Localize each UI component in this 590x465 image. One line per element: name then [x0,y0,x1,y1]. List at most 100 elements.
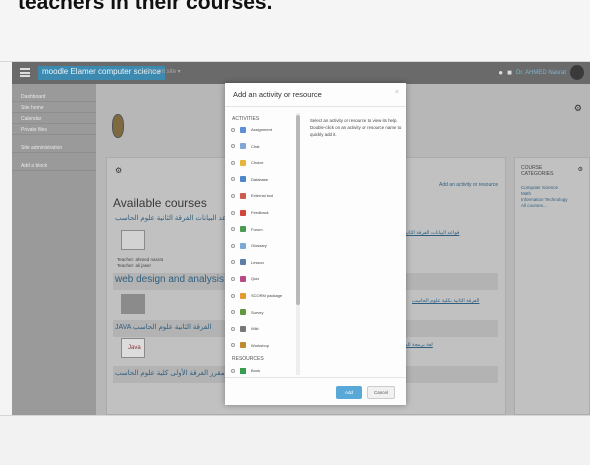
add-activity-link[interactable]: Add an activity or resource [439,182,498,188]
activity-option[interactable]: Glossary [231,239,293,252]
radio-button[interactable] [231,127,235,132]
activity-option[interactable]: Chat [231,140,293,153]
radio-button[interactable] [231,368,235,373]
activity-label: Survey [251,309,264,315]
course-teacher: Teacher: ali jaser [117,263,152,268]
course-image [121,230,145,250]
course-image: Java [121,338,145,358]
divider [225,377,406,378]
radio-button[interactable] [231,193,235,198]
section-header: RESOURCES [232,356,264,362]
radio-button[interactable] [231,326,235,331]
drawer-item-site-home[interactable]: Site home [12,102,96,113]
activity-option[interactable]: Forum [231,223,293,236]
category-item[interactable]: Math [521,191,531,196]
activity-option[interactable]: Lesson [231,256,293,269]
drawer-item-calendar[interactable]: Calendar [12,113,96,124]
category-item[interactable]: Computer Science [521,185,558,190]
dialog-title: Add an activity or resource [233,90,322,99]
activity-label: Assignment [251,127,272,132]
scrollbar-thumb[interactable] [296,115,300,305]
activity-option[interactable]: SCORM package [231,289,293,302]
activity-option[interactable]: Assignment [231,123,293,136]
activity-option[interactable]: External tool [231,189,293,202]
user-menu: ● ■ Dr. AHMED Nasrat [498,65,584,80]
radio-button[interactable] [231,276,235,281]
nav-menu[interactable]: Recent site ▾ [146,68,181,75]
close-icon[interactable]: × [395,89,399,96]
notification-icon[interactable]: ● [498,68,503,77]
slide-footer [0,415,590,465]
gear-icon[interactable]: ⚙ [115,166,122,175]
radio-button[interactable] [231,260,235,265]
drawer-item-add-block[interactable]: Add a block [12,160,96,171]
assignment-icon [240,126,246,133]
add-button[interactable]: Add [336,386,362,399]
screenshot-area: moodle Elamer computer science Recent si… [12,62,590,415]
activity-label: Quiz [251,276,260,282]
course-image [121,294,145,314]
feedback-icon [240,209,246,216]
navbar: moodle Elamer computer science Recent si… [12,62,590,84]
activity-option[interactable]: Feedback [231,206,293,219]
activity-label: Feedback [251,210,269,215]
category-item[interactable]: Information Technology [521,197,567,202]
activity-label: Glossary [251,243,267,249]
category-item[interactable]: All courses... [521,203,547,208]
course-title[interactable]: قواعد البيانات الفرقة الثانية علوم الحاس… [115,214,235,222]
user-name[interactable]: Dr. AHMED Nasrat [516,70,566,76]
activity-label: Chat [251,143,260,149]
activity-option[interactable]: Choice [231,156,293,169]
gear-icon[interactable]: ⚙ [574,103,582,114]
add-activity-dialog: Add an activity or resource × ACTIVITIES… [225,83,406,405]
activity-label: Database [251,176,269,182]
help-text: Select an activity or resource to view i… [310,118,402,137]
activity-label: External tool [251,193,274,199]
activity-option[interactable]: Database [231,173,293,186]
survey-icon [240,309,246,316]
radio-button[interactable] [231,177,235,182]
help-pane: Select an activity or resource to view i… [303,107,406,377]
course-title[interactable]: مقرر الفرقة الأولى كلية علوم الحاسب [115,369,225,377]
activity-label: Wiki [251,326,259,332]
cancel-button[interactable]: Cancel [367,386,395,399]
resource-label: Book [251,368,261,373]
radio-button[interactable] [231,227,235,232]
activity-label: Lesson [251,259,264,265]
external-tool-icon [240,192,246,199]
drawer-item-dashboard[interactable]: Dashboard [12,91,96,102]
menu-icon[interactable] [20,68,30,77]
resource-option[interactable]: Book [231,364,293,377]
activity-label: Choice [251,160,264,166]
quiz-icon [240,275,246,282]
message-icon[interactable]: ■ [507,68,512,77]
gear-icon[interactable]: ⚙ [578,166,583,173]
activity-option[interactable]: Wiki [231,322,293,335]
course-link-rtl[interactable]: الفرقة الثانية بكلية علوم الحاسب [412,298,479,304]
radio-button[interactable] [231,210,235,215]
activity-label: Workshop [251,342,269,348]
course-teacher: Teacher: ahmed nasrat [117,257,164,262]
radio-button[interactable] [231,243,235,248]
scorm-icon [240,292,246,299]
course-title[interactable]: JAVA الفرقة الثانية علوم الحاسب [115,323,212,331]
drawer-item-private-files[interactable]: Private files [12,124,96,135]
choice-icon [240,159,246,166]
forum-icon [240,226,246,233]
activity-label: Forum [251,226,263,232]
glossary-icon [240,242,246,249]
radio-button[interactable] [231,144,235,149]
radio-button[interactable] [231,310,235,315]
avatar[interactable] [570,65,584,80]
radio-button[interactable] [231,343,235,348]
radio-button[interactable] [231,293,235,298]
activity-option[interactable]: Survey [231,306,293,319]
site-logo [112,114,124,138]
radio-button[interactable] [231,160,235,165]
slide-header: teachers in their courses. [0,0,590,62]
activity-option[interactable]: Workshop [231,339,293,352]
chat-icon [240,143,246,150]
activity-option[interactable]: Quiz [231,272,293,285]
drawer-item-site-admin[interactable]: Site administration [12,142,96,153]
activity-list: ACTIVITIES Assignment Chat Choice Database E… [225,107,301,377]
